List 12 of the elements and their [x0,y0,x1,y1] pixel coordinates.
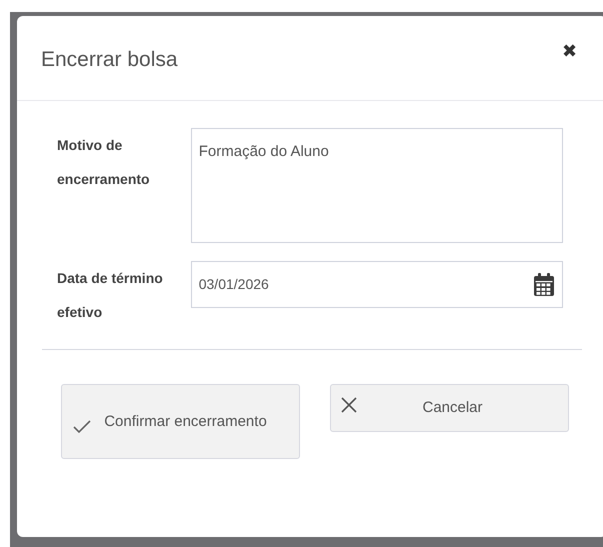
calendar-icon [533,272,555,296]
close-button[interactable]: ✖ [562,42,577,60]
field-label: Data de término efetivo [57,269,164,322]
reason-field[interactable]: Formação do Aluno [190,128,563,243]
date-value: 03/01/2026 [198,275,269,294]
cancel-button[interactable]: Cancelar [330,384,569,432]
field-label: Motivo de encerramento [57,136,151,189]
close-icon [341,397,357,413]
check-icon [72,418,92,434]
date-field[interactable]: 03/01/2026 [190,261,563,308]
dialog-title: Encerrar bolsa [41,47,178,73]
confirm-button[interactable]: Confirmar encerramento [61,384,300,459]
